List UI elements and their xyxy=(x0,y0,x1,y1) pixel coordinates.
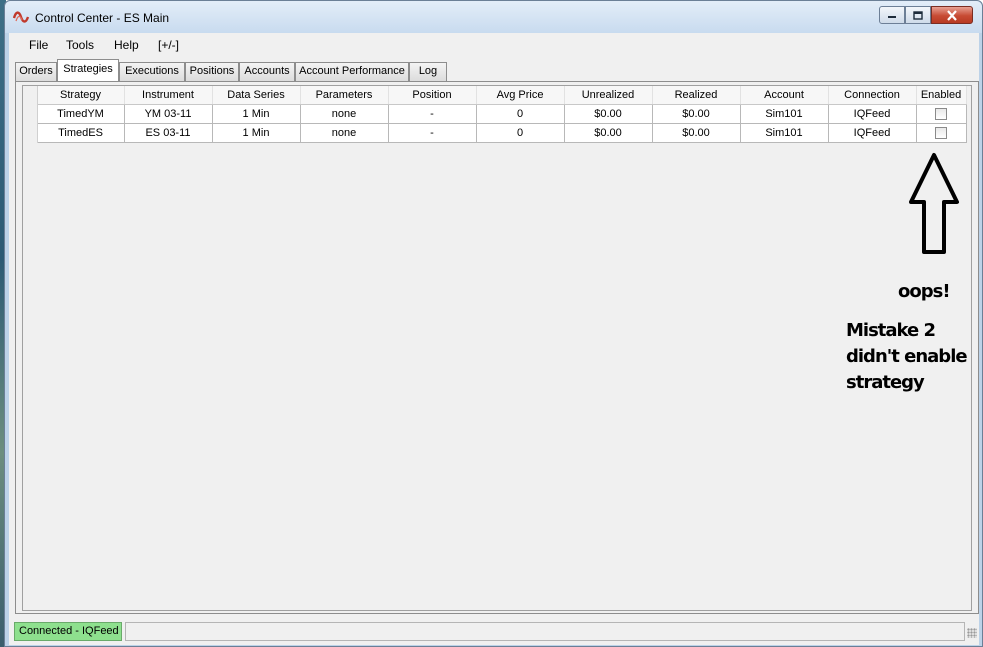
table-cell: 0 xyxy=(475,122,565,143)
table-cell: - xyxy=(387,122,477,143)
table-cell: IQFeed xyxy=(827,122,917,143)
table-cell: none xyxy=(299,122,389,143)
maximize-button[interactable] xyxy=(905,6,931,24)
menu-bar: File Tools Help [+/-] xyxy=(9,33,979,59)
enabled-checkbox[interactable] xyxy=(935,107,947,120)
tab-accounts[interactable]: Accounts xyxy=(239,62,295,81)
annotation-line: Mistake 2 xyxy=(846,320,936,341)
title-bar[interactable]: Control Center - ES Main xyxy=(5,1,982,33)
table-cell: TimedES xyxy=(36,122,125,143)
tab-strategies[interactable]: Strategies xyxy=(57,59,119,81)
maximize-icon xyxy=(913,10,923,20)
minimize-button[interactable] xyxy=(879,6,905,24)
row-header-corner xyxy=(23,86,38,104)
close-icon xyxy=(947,9,957,21)
tab-positions[interactable]: Positions xyxy=(185,62,239,81)
tab-account-performance[interactable]: Account Performance xyxy=(295,62,409,81)
close-button[interactable] xyxy=(931,6,973,24)
table-cell: Sim101 xyxy=(739,122,829,143)
menu-tools[interactable]: Tools xyxy=(66,38,94,52)
annotation-mistake: Mistake 2 didn't enable strategy xyxy=(846,318,968,396)
tab-executions[interactable]: Executions xyxy=(119,62,185,81)
table-cell: $0.00 xyxy=(651,103,741,124)
menu-help[interactable]: Help xyxy=(114,38,139,52)
column-header[interactable]: Enabled xyxy=(916,86,967,105)
row-selector[interactable] xyxy=(23,104,38,123)
menu-file[interactable]: File xyxy=(29,38,48,52)
table-cell: 1 Min xyxy=(211,122,301,143)
control-center-window: Control Center - ES Main File Tools Help… xyxy=(4,0,983,647)
resize-grip-icon[interactable] xyxy=(967,628,977,638)
table-header-row: Strategy Instrument Data Series Paramete… xyxy=(23,86,967,105)
annotation-oops: oops! xyxy=(898,281,951,302)
table-cell: 0 xyxy=(475,103,565,124)
table-cell: TimedYM xyxy=(36,103,125,124)
table-row[interactable]: TimedYM YM 03-11 1 Min none - 0 $0.00 $0… xyxy=(23,103,967,124)
tab-log[interactable]: Log xyxy=(409,62,447,81)
menu-expand-toggle[interactable]: [+/-] xyxy=(158,38,179,52)
column-header[interactable]: Account xyxy=(740,86,829,105)
column-header[interactable]: Connection xyxy=(828,86,917,105)
ninjatrader-logo-icon xyxy=(13,11,30,23)
strategies-panel: Strategy Instrument Data Series Paramete… xyxy=(15,81,979,614)
enabled-cell xyxy=(915,122,967,143)
column-header[interactable]: Position xyxy=(388,86,477,105)
table-cell: ES 03-11 xyxy=(123,122,213,143)
connection-status: Connected - IQFeed xyxy=(14,622,122,641)
tab-orders[interactable]: Orders xyxy=(15,62,57,81)
table-row[interactable]: TimedES ES 03-11 1 Min none - 0 $0.00 $0… xyxy=(23,122,967,143)
table-cell: 1 Min xyxy=(211,103,301,124)
table-cell: $0.00 xyxy=(563,122,653,143)
status-bar-field xyxy=(125,622,965,641)
up-arrow-icon xyxy=(909,153,959,254)
column-header[interactable]: Strategy xyxy=(37,86,125,105)
annotation-line: strategy xyxy=(846,372,925,393)
enabled-cell xyxy=(915,103,967,124)
table-cell: - xyxy=(387,103,477,124)
table-cell: YM 03-11 xyxy=(123,103,213,124)
column-header[interactable]: Unrealized xyxy=(564,86,653,105)
row-selector[interactable] xyxy=(23,123,38,142)
enabled-checkbox[interactable] xyxy=(935,126,947,139)
column-header[interactable]: Data Series xyxy=(212,86,301,105)
table-cell: none xyxy=(299,103,389,124)
column-header[interactable]: Instrument xyxy=(124,86,213,105)
table-cell: $0.00 xyxy=(651,122,741,143)
window-title: Control Center - ES Main xyxy=(35,11,170,25)
column-header[interactable]: Parameters xyxy=(300,86,389,105)
annotation-line: didn't enable xyxy=(846,346,968,367)
status-bar: Connected - IQFeed xyxy=(9,622,979,644)
column-header[interactable]: Realized xyxy=(652,86,741,105)
strategies-table: Strategy Instrument Data Series Paramete… xyxy=(23,86,967,143)
column-header[interactable]: Avg Price xyxy=(476,86,565,105)
table-cell: IQFeed xyxy=(827,103,917,124)
strategies-grid: Strategy Instrument Data Series Paramete… xyxy=(22,85,972,611)
minimize-icon xyxy=(888,16,896,18)
window-client: File Tools Help [+/-] Orders Strategies … xyxy=(9,33,979,645)
table-cell: $0.00 xyxy=(563,103,653,124)
table-cell: Sim101 xyxy=(739,103,829,124)
